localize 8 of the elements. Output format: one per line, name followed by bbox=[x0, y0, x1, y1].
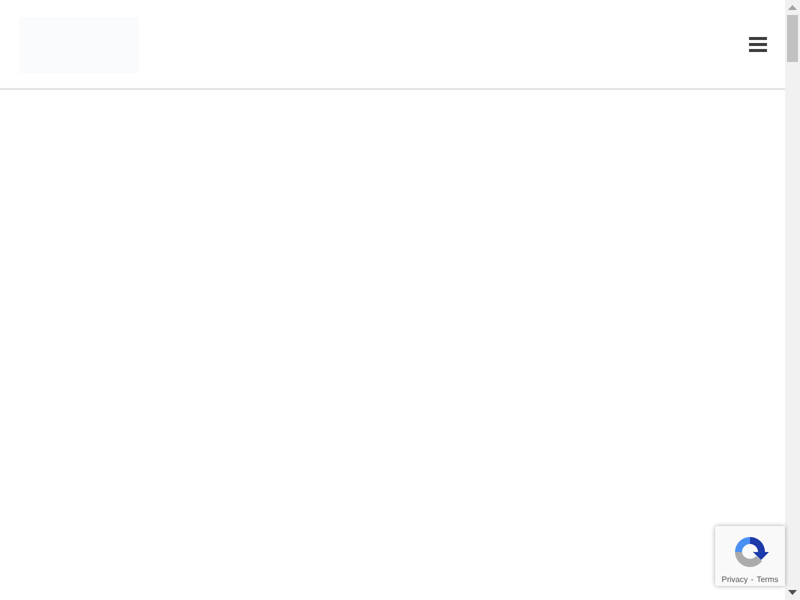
menu-button[interactable] bbox=[749, 36, 767, 52]
separator: - bbox=[750, 575, 754, 584]
footer-link[interactable]: Terms bbox=[756, 575, 778, 584]
scroll-down-icon[interactable] bbox=[788, 590, 797, 595]
footer-link[interactable]: Privacy bbox=[722, 575, 748, 584]
scrollbar[interactable] bbox=[785, 0, 800, 600]
scroll-up-icon[interactable] bbox=[788, 5, 797, 10]
scrollbar-thumb[interactable] bbox=[787, 15, 798, 62]
